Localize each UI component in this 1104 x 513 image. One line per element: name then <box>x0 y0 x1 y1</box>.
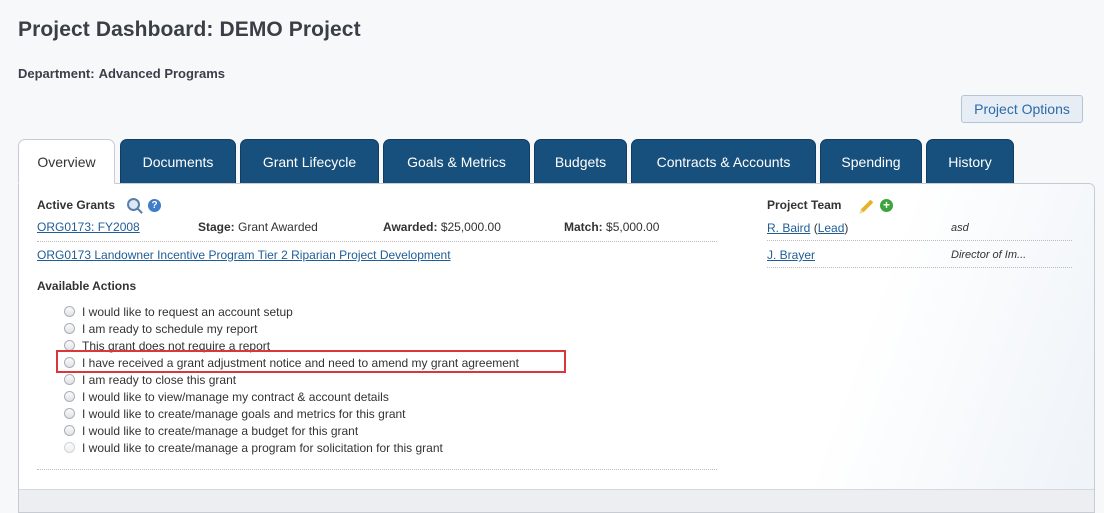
team-member-note: Director of Im... <box>951 249 1027 261</box>
project-team-heading: Project Team <box>767 198 842 212</box>
team-role-link[interactable]: Lead <box>818 221 845 235</box>
grant-match: Match: $5,000.00 <box>564 220 659 234</box>
action-radio[interactable] <box>64 425 75 436</box>
page-title: Project Dashboard: DEMO Project <box>18 18 361 41</box>
help-icon[interactable]: ? <box>148 199 161 212</box>
match-label: Match: <box>564 220 603 234</box>
overview-panel: Active Grants ? ORG0173: FY2008 Stage: G… <box>18 183 1095 513</box>
tab-history[interactable]: History <box>926 139 1014 184</box>
action-label: I would like to request an account setup <box>82 305 293 319</box>
search-icon[interactable] <box>127 198 140 211</box>
tab-documents[interactable]: Documents <box>120 139 236 184</box>
pencil-icon[interactable] <box>860 199 874 213</box>
action-radio[interactable] <box>64 306 75 317</box>
panel-footer <box>19 489 1094 512</box>
available-actions-heading: Available Actions <box>37 279 137 293</box>
highlight-box <box>56 350 566 373</box>
department-value: Advanced Programs <box>98 66 226 81</box>
grant-awarded: Awarded: $25,000.00 <box>383 220 501 234</box>
tab-budgets[interactable]: Budgets <box>534 139 627 184</box>
action-label: I would like to create/manage a budget f… <box>82 424 359 438</box>
team-member-link[interactable]: J. Brayer <box>767 248 815 262</box>
stage-label: Stage: <box>198 220 235 234</box>
tab-goals-metrics[interactable]: Goals & Metrics <box>383 139 530 184</box>
divider <box>767 267 1072 268</box>
action-radio[interactable] <box>64 374 75 385</box>
tab-contracts-accounts[interactable]: Contracts & Accounts <box>631 139 816 184</box>
team-member-note: asd <box>951 222 969 234</box>
project-options-button[interactable]: Project Options <box>961 95 1083 123</box>
department-line: Department: Advanced Programs <box>18 66 225 81</box>
action-label: I am ready to schedule my report <box>82 322 258 336</box>
team-member-link[interactable]: R. Baird <box>767 221 810 235</box>
add-icon[interactable]: + <box>880 199 893 212</box>
tab-spending[interactable]: Spending <box>820 139 922 184</box>
divider <box>37 469 717 470</box>
awarded-label: Awarded: <box>383 220 438 234</box>
action-label: I would like to create/manage goals and … <box>82 407 406 421</box>
action-radio[interactable] <box>64 391 75 402</box>
stage-value: Grant Awarded <box>238 220 318 234</box>
action-radio[interactable] <box>64 323 75 334</box>
action-radio[interactable] <box>64 442 75 453</box>
grant-id-link[interactable]: ORG0173: FY2008 <box>37 220 140 234</box>
tab-grant-lifecycle[interactable]: Grant Lifecycle <box>240 139 379 184</box>
active-grants-heading: Active Grants <box>37 198 116 212</box>
action-label: I would like to create/manage a program … <box>82 441 443 455</box>
action-label: I am ready to close this grant <box>82 373 237 387</box>
grant-title-link[interactable]: ORG0173 Landowner Incentive Program Tier… <box>37 248 451 262</box>
team-member-name: R. Baird (Lead) <box>767 221 849 235</box>
action-radio[interactable] <box>64 408 75 419</box>
divider <box>37 241 717 242</box>
action-label: I would like to view/manage my contract … <box>82 390 389 404</box>
divider <box>767 240 1072 241</box>
tab-overview[interactable]: Overview <box>18 139 115 184</box>
department-label: Department: <box>18 66 95 81</box>
awarded-value: $25,000.00 <box>440 220 501 234</box>
grant-stage: Stage: Grant Awarded <box>198 220 318 234</box>
match-value: $5,000.00 <box>606 220 660 234</box>
